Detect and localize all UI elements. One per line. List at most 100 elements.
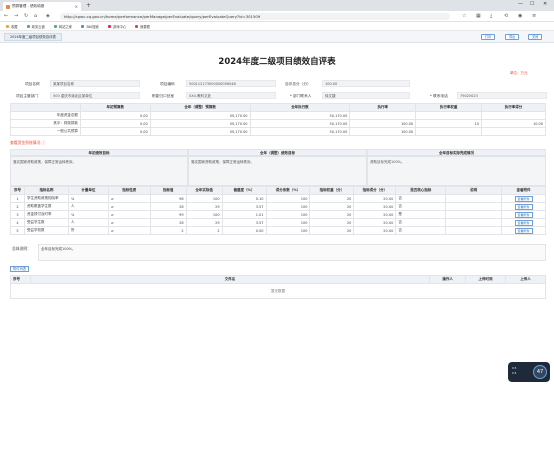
account-icon[interactable]: ◉ (518, 13, 522, 19)
view-attachment-button[interactable]: 查看附件 (514, 227, 533, 234)
bookmark-item[interactable]: 收藏 (6, 24, 18, 29)
app-tab[interactable]: 2024年度二级项目绩效自评表 (4, 33, 62, 41)
table-cell: 2 (10, 202, 25, 211)
new-tab-icon[interactable]: + (86, 2, 91, 9)
menu-icon[interactable]: ≡ (532, 13, 536, 19)
table-cell: 20.00 (353, 202, 397, 211)
view-attachment-button[interactable]: 查看附件 (514, 211, 533, 218)
bookmark-item[interactable]: 网站之家 (53, 24, 72, 29)
table-cell: 否 (395, 218, 447, 227)
contact-field[interactable]: 徐文婕 (322, 92, 410, 99)
table-row: 1 学生资助政策知晓率 % ≥ 98 100 0.10 100 20 20.00… (10, 194, 546, 203)
table-header: 指标值 (149, 186, 187, 195)
phone-field[interactable]: 79020023 (457, 92, 547, 99)
table-cell: 一般公共预算 (10, 127, 81, 136)
table-cell: 2 (149, 226, 187, 235)
history-icon[interactable]: ⟲ (504, 13, 508, 19)
table-header-row: 年初预算数 全年（调整）预算数 全年执行数 执行率 执行率权重 执行率得分 (10, 103, 546, 112)
bookmark-item[interactable]: 游戏中心 (107, 24, 126, 29)
table-cell (415, 111, 483, 120)
table-cell: 0.00 (79, 127, 151, 136)
bookmark-item[interactable]: 我要看 (135, 24, 150, 29)
table-cell: 1 (10, 194, 25, 203)
table-cell: 50,170.00 (249, 127, 351, 136)
star-icon[interactable]: ☆ (462, 13, 466, 19)
table-cell: 50,170.00 (149, 127, 251, 136)
browser-tab[interactable]: 预算管理 - 绩效填报 × (3, 2, 81, 11)
network-speed-widget[interactable]: 0.5 0.5 47 (508, 362, 550, 382)
table-cell: 20.00 (353, 210, 397, 219)
home-icon[interactable]: ⌂ (34, 13, 37, 19)
bookmark-icon (135, 24, 139, 28)
export-button[interactable]: 导出 (505, 34, 520, 40)
table-cell: 受益学生数 (23, 218, 69, 227)
table-cell: 10.00 (481, 119, 546, 128)
view-attachment-button[interactable]: 查看附件 (514, 195, 533, 202)
table-header: 全年执行数 (249, 103, 351, 112)
table-cell: ≥ (107, 226, 151, 235)
download-icon[interactable]: ⤓ (490, 13, 492, 19)
table-cell: 受益学校数 (23, 226, 69, 235)
table-cell (415, 127, 483, 136)
table-cell: 100 (265, 226, 311, 235)
minimize-icon[interactable]: — (518, 1, 523, 7)
bookmark-item[interactable]: 360搜索 (80, 24, 99, 29)
table-cell: 50,170.00 (249, 111, 351, 120)
forward-icon[interactable]: → (14, 13, 18, 19)
table-cell: 人 (67, 202, 109, 211)
maximize-icon[interactable]: ☐ (530, 1, 534, 7)
address-bar[interactable]: http://cpwc.cq.gov.cn/home/performance/p… (60, 13, 450, 20)
table-cell: 资金拨付及时率 (23, 210, 69, 219)
table-cell (445, 210, 503, 219)
view-attachment-button[interactable]: 查看附件 (514, 219, 533, 226)
browser-nav-bar: ← → ↻ ⌂ ◈ http://cpwc.cq.gov.cn/home/per… (0, 11, 554, 22)
table-row: 2 资助覆盖学生数 人 ≥ 28 29 3.57 100 20 20.00 否 … (10, 202, 546, 211)
initial-goal-text: 落实国家资助政策，保障正常运转秩序。 (10, 156, 188, 186)
bookmarks-bar: 收藏 政务云盘 网站之家 360搜索 游戏中心 我要看 (0, 22, 554, 31)
table-cell: 3.57 (221, 218, 267, 227)
table-header-row: 序号 指标名称 计量单位 指标性质 指标值 全年实际值 偏差度（%） 得分系数（… (10, 186, 546, 195)
close-window-icon[interactable]: ✕ (543, 1, 547, 7)
table-header: 偏差度（%） (221, 186, 267, 195)
table-cell: 29 (185, 218, 223, 227)
self-score-field: 100.00 (322, 80, 410, 87)
browser-tab-title: 预算管理 - 绩效填报 (12, 4, 45, 8)
table-cell (349, 111, 417, 120)
table-cell (445, 194, 503, 203)
table-cell: 100.00 (349, 119, 417, 128)
table-header: 执行率得分 (481, 103, 546, 112)
actual-goal-text: 资助目标完成100%。 (367, 156, 546, 186)
table-cell: 100 (185, 210, 223, 219)
table-header: 是否核心指标 (395, 186, 447, 195)
bookmark-icon (107, 24, 111, 28)
table-header: 说明 (445, 186, 503, 195)
table-cell: 28 (149, 202, 187, 211)
bookmark-icon (26, 24, 30, 28)
close-button[interactable]: 关闭 (528, 34, 543, 40)
view-attachment-button[interactable]: 查看附件 (514, 203, 533, 210)
table-cell: 20 (309, 202, 355, 211)
extensions-icon[interactable]: ▦ (476, 13, 481, 19)
back-icon[interactable]: ← (4, 13, 8, 19)
reload-icon[interactable]: ↻ (24, 13, 28, 19)
table-row: 其中：财政拨款 0.00 50,170.00 50,170.00 100.00 … (10, 119, 546, 128)
actual-goal-header: 全年目标实际完成情况 (367, 149, 546, 156)
close-tab-icon[interactable]: × (75, 4, 78, 9)
print-button[interactable]: 打印 (481, 34, 496, 40)
notes-textarea[interactable]: 全年目标完成100%。 (38, 244, 546, 261)
table-cell: 100 (265, 202, 311, 211)
table-header (10, 103, 81, 112)
table-cell: ≥ (107, 194, 151, 203)
budget-table: 年初预算数 全年（调整）预算数 全年执行数 执行率 执行率权重 执行率得分 年度… (10, 103, 546, 136)
attachment-list-button[interactable]: 附件列表 (10, 266, 30, 272)
table-cell: 0.00 (221, 226, 267, 235)
browser-tab-bar: 预算管理 - 绩效填报 × + — ☐ ✕ (0, 0, 554, 11)
funds-link[interactable]: 查看资金到账情况 ⓘ (10, 140, 45, 146)
shield-icon: ◈ (46, 13, 50, 19)
table-cell: 20.00 (353, 218, 397, 227)
app-tab-strip: 2024年度二级项目绩效自评表 打印 导出 关闭 (0, 31, 554, 43)
table-header: 全年（调整）预算数 (149, 103, 251, 112)
table-cell: 50,170.00 (249, 119, 351, 128)
table-cell: 10 (415, 119, 483, 128)
bookmark-item[interactable]: 政务云盘 (26, 24, 45, 29)
